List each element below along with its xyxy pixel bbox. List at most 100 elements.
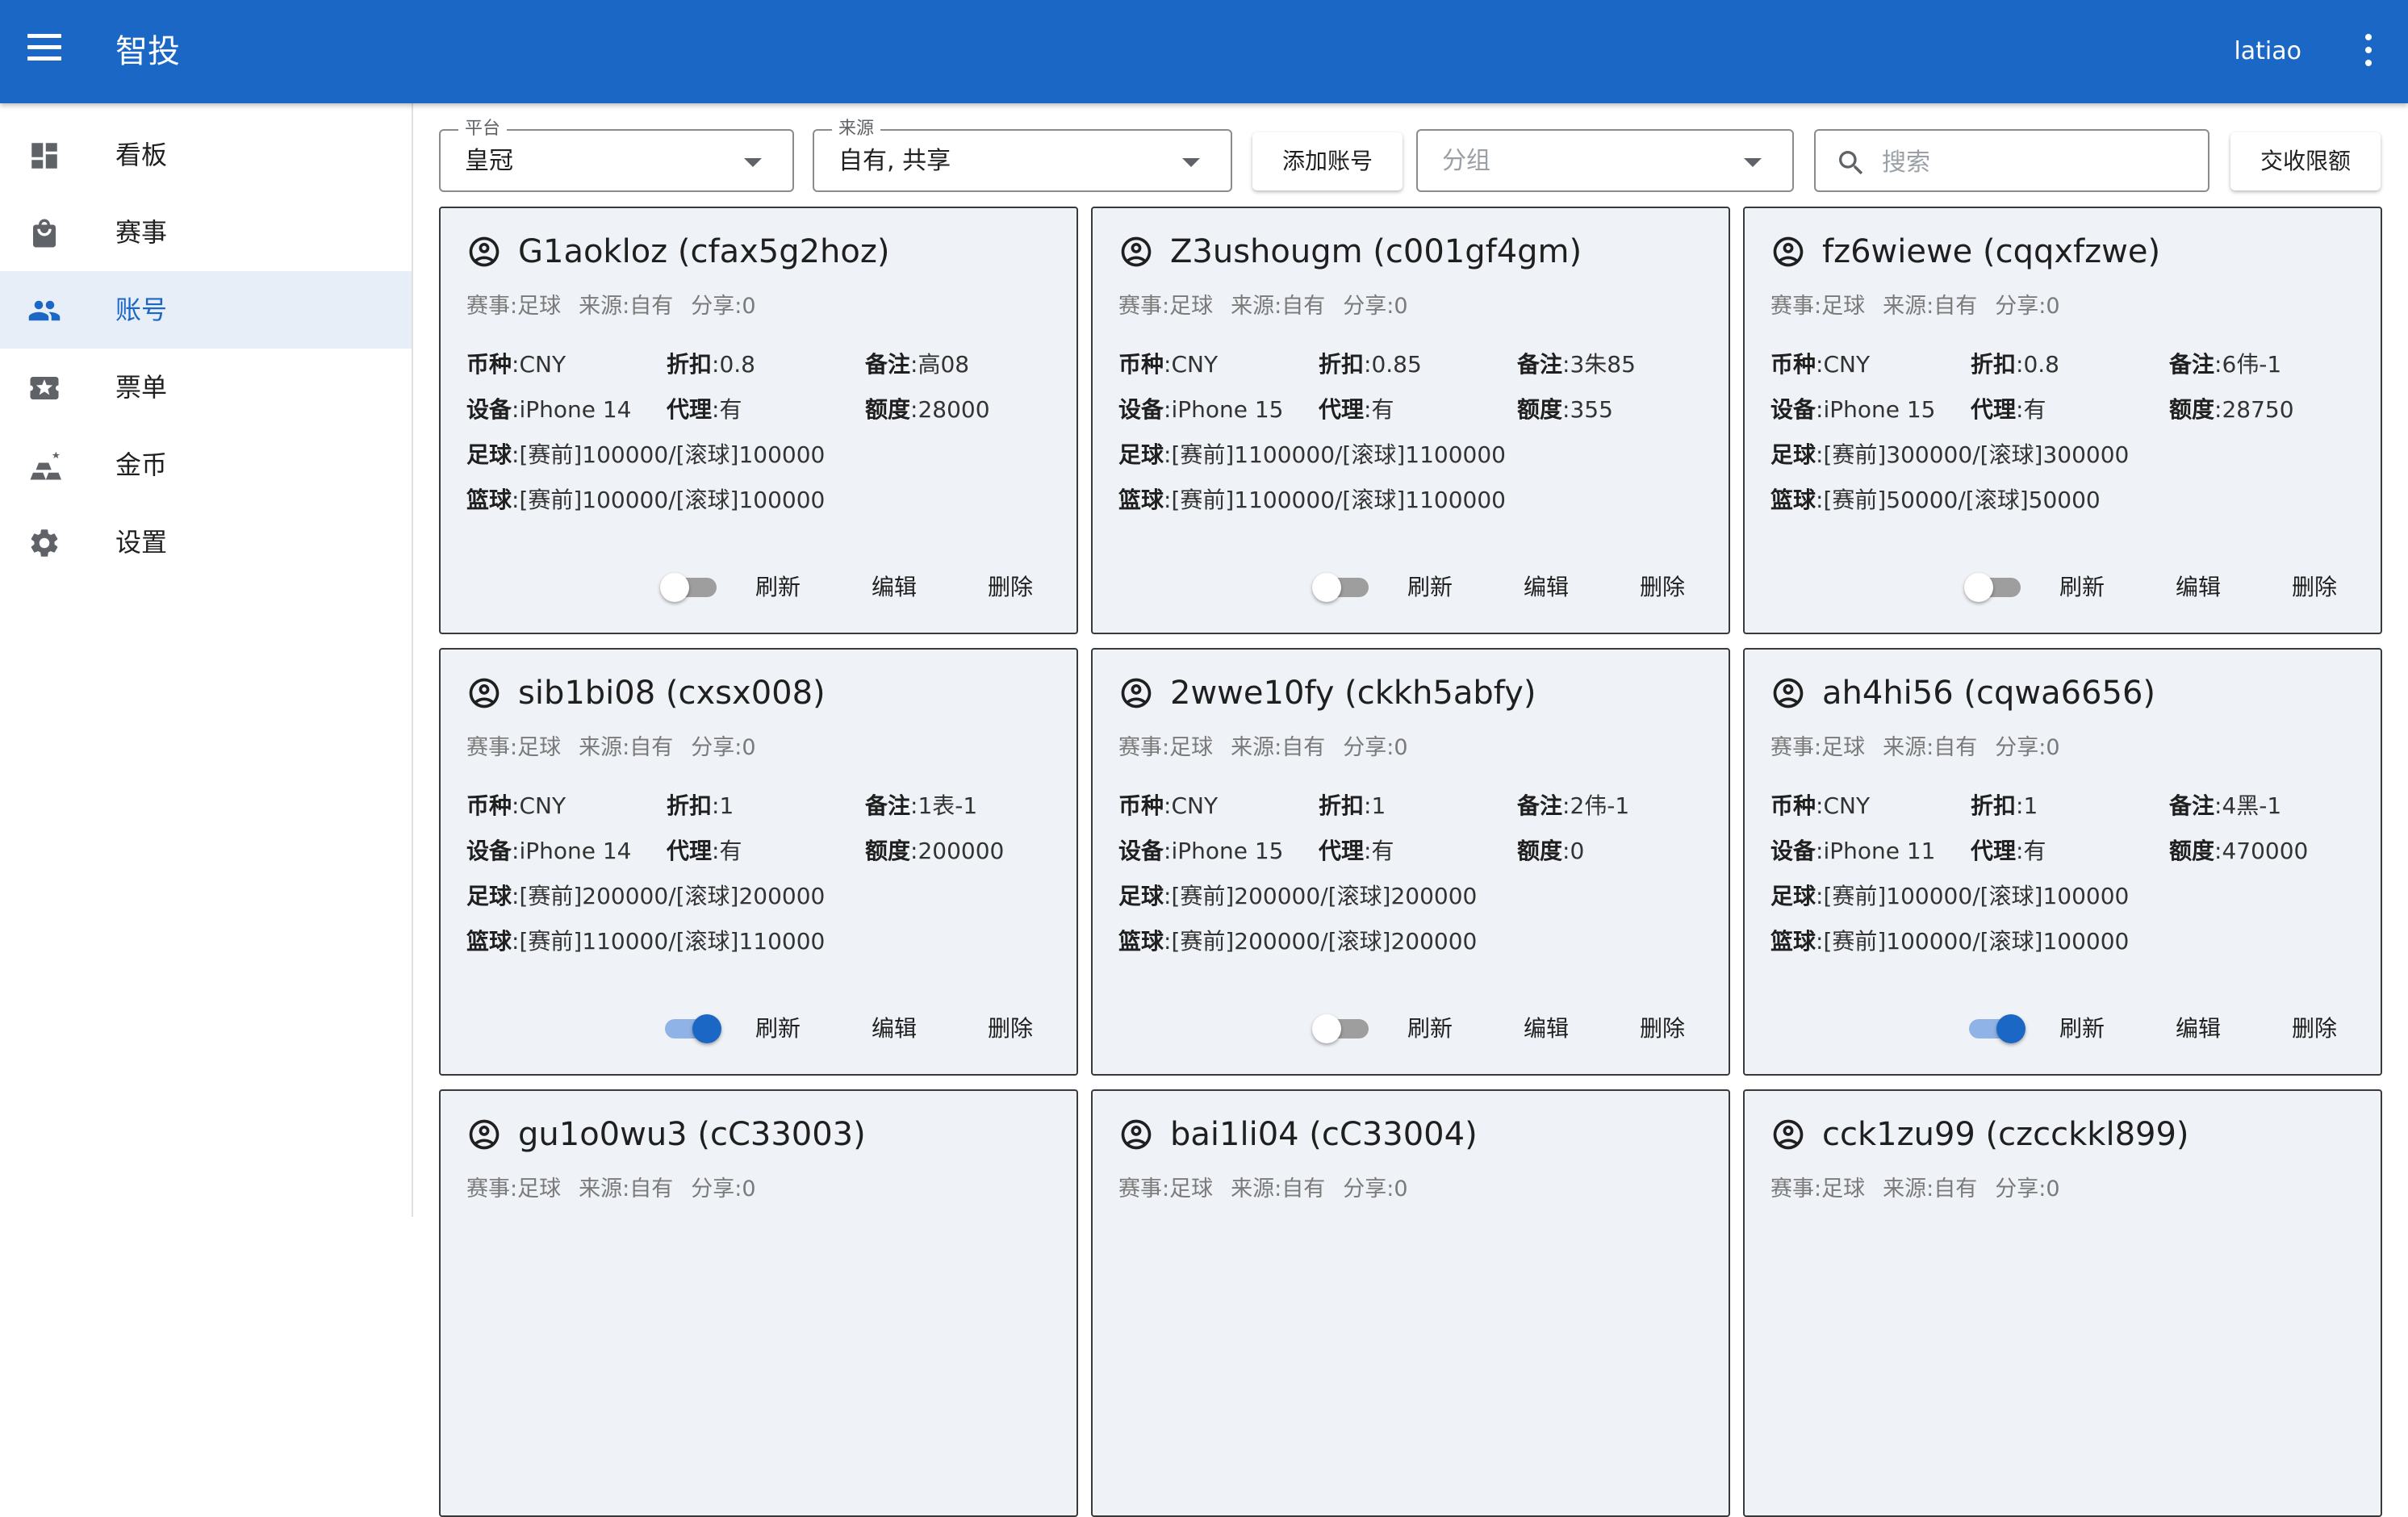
basketball-limit-label: 篮球 [1770,487,1816,513]
football-limit: 足球:[赛前]100000/[滚球]100000 [466,441,826,468]
card-actions: 刷新 编辑 删除 [1745,1005,2381,1053]
meta-source: 来源:自有 [1883,735,1978,760]
account-card: ah4hi56 (cqwa6656) 赛事:足球 来源:自有 分享:0 币种:CNY 折扣… [1743,648,2382,1076]
delete-button[interactable]: 删除 [2292,568,2337,607]
refresh-button[interactable]: 刷新 [1407,1009,1453,1048]
football-limit-label: 足球 [1770,441,1816,468]
enable-toggle[interactable] [660,573,721,602]
edit-button[interactable]: 编辑 [1524,568,1569,607]
meta-share-value: 0 [2046,1176,2060,1201]
delete-button[interactable]: 删除 [1640,568,1685,607]
meta-share-label: 分享 [1343,735,1387,760]
meta-share: 分享:0 [1995,294,2060,319]
basketball-limit-value: [赛前]110000/[滚球]110000 [519,928,826,955]
menu-icon[interactable] [27,34,61,69]
football-limit-value: [赛前]300000/[滚球]300000 [1823,441,2130,468]
refresh-button[interactable]: 刷新 [2059,568,2105,607]
account-meta: 赛事:足球 来源:自有 分享:0 [466,1173,774,1206]
enable-toggle[interactable] [1312,1014,1373,1043]
account-title: cck1zu99 (czcckkl899) [1822,1116,2189,1153]
basketball-limit-label: 篮球 [1770,928,1816,955]
meta-source-label: 来源 [1231,1176,1275,1201]
user-name[interactable]: latiao [2234,31,2301,73]
refresh-button[interactable]: 刷新 [755,1009,801,1048]
discount-field-value: 0.85 [1371,351,1422,378]
proxy-field: 代理:有 [1319,396,1394,423]
football-limit: 足球:[赛前]100000/[滚球]100000 [1770,883,2130,909]
app-bar: 智投 latiao [0,0,2408,103]
meta-share-label: 分享 [1995,294,2039,319]
note-field-label: 备注 [1517,792,1563,819]
card-actions: 刷新 编辑 删除 [441,1005,1076,1053]
account-title: bai1li04 (cC33004) [1170,1116,1478,1153]
refresh-button[interactable]: 刷新 [2059,1009,2105,1048]
account-circle-icon [1770,1117,1806,1152]
edit-button[interactable]: 编辑 [2176,568,2221,607]
note-field: 备注:高08 [865,351,970,378]
discount-field-value: 1 [2023,792,2038,819]
meta-share-label: 分享 [691,294,735,319]
device-field-value: iPhone 15 [1171,396,1284,423]
refresh-button[interactable]: 刷新 [755,568,801,607]
enable-toggle[interactable] [660,1014,721,1043]
discount-field: 折扣:1 [1319,792,1386,819]
basketball-limit: 篮球:[赛前]200000/[滚球]200000 [1118,928,1478,955]
meta-share: 分享:0 [1995,1176,2060,1201]
proxy-field: 代理:有 [667,396,742,423]
note-field: 备注:3朱85 [1517,351,1636,378]
delete-button[interactable]: 删除 [988,1009,1033,1048]
edit-button[interactable]: 编辑 [1524,1009,1569,1048]
enable-toggle[interactable] [1312,573,1373,602]
delete-button[interactable]: 删除 [988,568,1033,607]
enable-toggle[interactable] [1964,573,2025,602]
amount-field: 额度:28000 [865,396,990,423]
currency-field-label: 币种 [1770,351,1816,378]
account-card: G1aokloz (cfax5g2hoz) 赛事:足球 来源:自有 分享:0 币种:CN… [439,207,1078,634]
currency-field-value: CNY [1823,351,1871,378]
delete-button[interactable]: 删除 [2292,1009,2337,1048]
card-actions: 刷新 编辑 删除 [441,563,1076,612]
proxy-field: 代理:有 [1971,838,2046,864]
refresh-button[interactable]: 刷新 [1407,568,1453,607]
device-field-label: 设备 [1770,838,1816,864]
meta-match: 赛事:足球 [1118,294,1214,319]
meta-share: 分享:0 [691,735,756,760]
meta-match-value: 足球 [517,294,562,319]
meta-share-value: 0 [742,1176,756,1201]
device-field-label: 设备 [466,838,512,864]
more-vert-icon[interactable] [2361,34,2376,69]
enable-toggle[interactable] [1964,1014,2025,1043]
meta-match-label: 赛事 [1118,1176,1162,1201]
delete-button[interactable]: 删除 [1640,1009,1685,1048]
account-card: cck1zu99 (czcckkl899) 赛事:足球 来源:自有 分享:0 [1743,1089,2382,1517]
football-limit-label: 足球 [466,883,512,909]
account-title: gu1o0wu3 (cC33003) [518,1116,866,1153]
meta-share: 分享:0 [1343,1176,1408,1201]
account-meta: 赛事:足球 来源:自有 分享:0 [1118,1173,1426,1206]
proxy-field-label: 代理 [1319,838,1365,864]
account-card: sib1bi08 (cxsx008) 赛事:足球 来源:自有 分享:0 币种:CNY 折扣… [439,648,1078,1076]
basketball-limit-label: 篮球 [1118,928,1164,955]
proxy-field-label: 代理 [1971,396,2017,423]
meta-source-value: 自有 [1281,735,1326,760]
device-field: 设备:iPhone 15 [1118,396,1284,423]
meta-source: 来源:自有 [579,1176,674,1201]
edit-button[interactable]: 编辑 [2176,1009,2221,1048]
currency-field: 币种:CNY [466,792,566,819]
account-card: 2wwe10fy (ckkh5abfy) 赛事:足球 来源:自有 分享:0 币种:CNY… [1091,648,1730,1076]
proxy-field-label: 代理 [667,396,713,423]
account-meta: 赛事:足球 来源:自有 分享:0 [1770,290,2078,323]
amount-field-value: 200000 [918,838,1005,864]
meta-source-value: 自有 [1934,1176,1978,1201]
proxy-field-value: 有 [719,396,742,423]
edit-button[interactable]: 编辑 [872,1009,917,1048]
note-field: 备注:4黑-1 [2169,792,2282,819]
currency-field-value: CNY [1171,792,1219,819]
discount-field-value: 1 [719,792,734,819]
edit-button[interactable]: 编辑 [872,568,917,607]
amount-field-label: 额度 [1517,396,1563,423]
toggle-thumb [1964,573,1993,602]
basketball-limit-label: 篮球 [1118,487,1164,513]
account-circle-icon [466,234,502,270]
meta-source-value: 自有 [1281,294,1326,319]
